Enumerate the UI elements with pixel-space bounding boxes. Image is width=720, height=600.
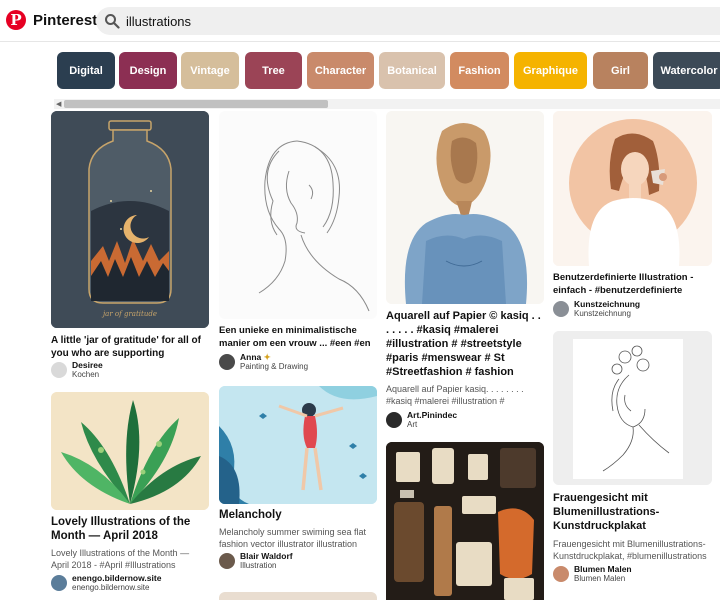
board-name: Kochen (72, 370, 100, 379)
pin-user[interactable]: Desiree Kochen (51, 359, 209, 381)
search-icon (105, 14, 120, 29)
user-name: Blair Waldorf (240, 551, 293, 561)
user-avatar-icon (386, 412, 402, 428)
pin-aquarell[interactable]: Aquarell auf Papier © kasiq . . . . . . … (386, 111, 544, 434)
user-name: Art.Pinindec (407, 410, 458, 420)
chips-scrollbar[interactable]: ◀ (54, 99, 720, 109)
chip-watercolor[interactable]: Watercolor (653, 52, 720, 89)
pin-image[interactable] (51, 392, 209, 510)
user-avatar-icon (51, 575, 67, 591)
pin-user[interactable]: Blair Waldorf Illustration (219, 550, 377, 572)
pin-description: Aquarell auf Papier kasiq. . . . . . . .… (386, 384, 524, 406)
chip-fashion[interactable]: Fashion (450, 52, 509, 89)
pin-description: Lovely Illustrations of the Month — Apri… (51, 548, 190, 570)
pin-title[interactable]: Benutzerdefinierte Illustration - einfac… (553, 271, 712, 297)
pin-image[interactable] (219, 592, 377, 600)
pin-title[interactable]: Melancholy (219, 508, 377, 523)
board-name: enengo.bildernow.site (72, 583, 150, 592)
chip-vintage[interactable]: Vintage (181, 52, 239, 89)
chip-girl[interactable]: Girl (593, 52, 648, 89)
pin-image[interactable] (553, 111, 712, 266)
board-name: Illustration (240, 561, 277, 570)
pin-jar-of-gratitude[interactable]: jar of gratitude A little 'jar of gratit… (51, 111, 209, 381)
pin-title[interactable]: Lovely Illustrations of the Month — Apri… (51, 515, 209, 543)
user-avatar-icon (553, 301, 569, 317)
user-name: enengo.bildernow.site (72, 573, 162, 583)
chip-character[interactable]: Character (307, 52, 374, 89)
scrollbar-thumb[interactable] (64, 100, 328, 108)
user-name: Blumen Malen (574, 564, 632, 574)
scroll-left-arrow-icon[interactable]: ◀ (56, 100, 61, 108)
chip-graphique[interactable]: Graphique (514, 52, 587, 89)
board-name: Kunstzeichnung (574, 309, 631, 318)
pin-description: Melancholy summer swiming sea flat fashi… (219, 527, 367, 549)
user-avatar-icon (219, 354, 235, 370)
chip-tree[interactable]: Tree (245, 52, 302, 89)
pin-lovely-illustrations[interactable]: Lovely Illustrations of the Month — Apri… (51, 392, 209, 592)
pin-partial[interactable] (219, 592, 377, 600)
pinterest-logo-icon[interactable]: P (6, 10, 26, 30)
pin-image[interactable] (386, 111, 544, 304)
pin-title[interactable]: Frauengesicht mit Blumenillustrations-Ku… (553, 491, 712, 535)
pin-title[interactable]: A little 'jar of gratitude' for all of y… (51, 334, 209, 360)
search-bar[interactable] (96, 7, 720, 35)
chip-botanical[interactable]: Botanical (379, 52, 445, 89)
user-avatar-icon (51, 362, 67, 378)
board-name: Blumen Malen (574, 574, 626, 583)
board-name: Painting & Drawing (240, 362, 309, 371)
pin-user[interactable]: Kunstzeichnung Kunstzeichnung (553, 298, 712, 320)
pin-image[interactable] (553, 331, 712, 485)
pin-user[interactable]: enengo.bildernow.site enengo.bildernow.s… (51, 572, 209, 594)
top-header: P Pinterest (0, 0, 720, 42)
user-avatar-icon (553, 566, 569, 582)
user-avatar-icon (219, 553, 235, 569)
guided-search-chips: Digital Design Vintage Tree Character Bo… (0, 52, 720, 90)
pin-image[interactable] (219, 111, 377, 319)
user-name: Kunstzeichnung (574, 299, 641, 309)
pin-melancholy[interactable]: Melancholy Melancholy summer swiming sea… (219, 386, 377, 576)
pin-frauengesicht[interactable]: Frauengesicht mit Blumenillustrations-Ku… (553, 331, 712, 591)
pin-user[interactable]: Blumen Malen Blumen Malen (553, 563, 712, 585)
pin-vintage-jars[interactable] (386, 442, 544, 600)
board-name: Art (407, 420, 418, 429)
search-input[interactable] (126, 12, 686, 30)
pin-image[interactable] (219, 386, 377, 504)
sparkle-icon: ✦ (261, 352, 271, 362)
pin-user[interactable]: Anna ✦ Painting & Drawing (219, 351, 377, 373)
chip-digital[interactable]: Digital (57, 52, 115, 89)
pin-image[interactable] (386, 442, 544, 600)
pin-title[interactable]: Aquarell auf Papier © kasiq . . . . . . … (386, 309, 544, 381)
jar-caption: jar of gratitude (101, 310, 157, 318)
pin-image[interactable]: jar of gratitude (51, 111, 209, 328)
pin-minimalist-woman[interactable]: Een unieke en minimalistische manier om … (219, 111, 377, 377)
pin-description: Frauengesicht mit Blumenillustrations-Ku… (553, 539, 707, 561)
brand-name[interactable]: Pinterest (33, 12, 97, 29)
pin-benutzerdefinierte[interactable]: Benutzerdefinierte Illustration - einfac… (553, 111, 712, 323)
chip-design[interactable]: Design (119, 52, 177, 89)
pin-user[interactable]: Art.Pinindec Art (386, 409, 544, 431)
user-name: Desiree (72, 360, 103, 370)
pin-title[interactable]: Een unieke en minimalistische manier om … (219, 324, 377, 350)
